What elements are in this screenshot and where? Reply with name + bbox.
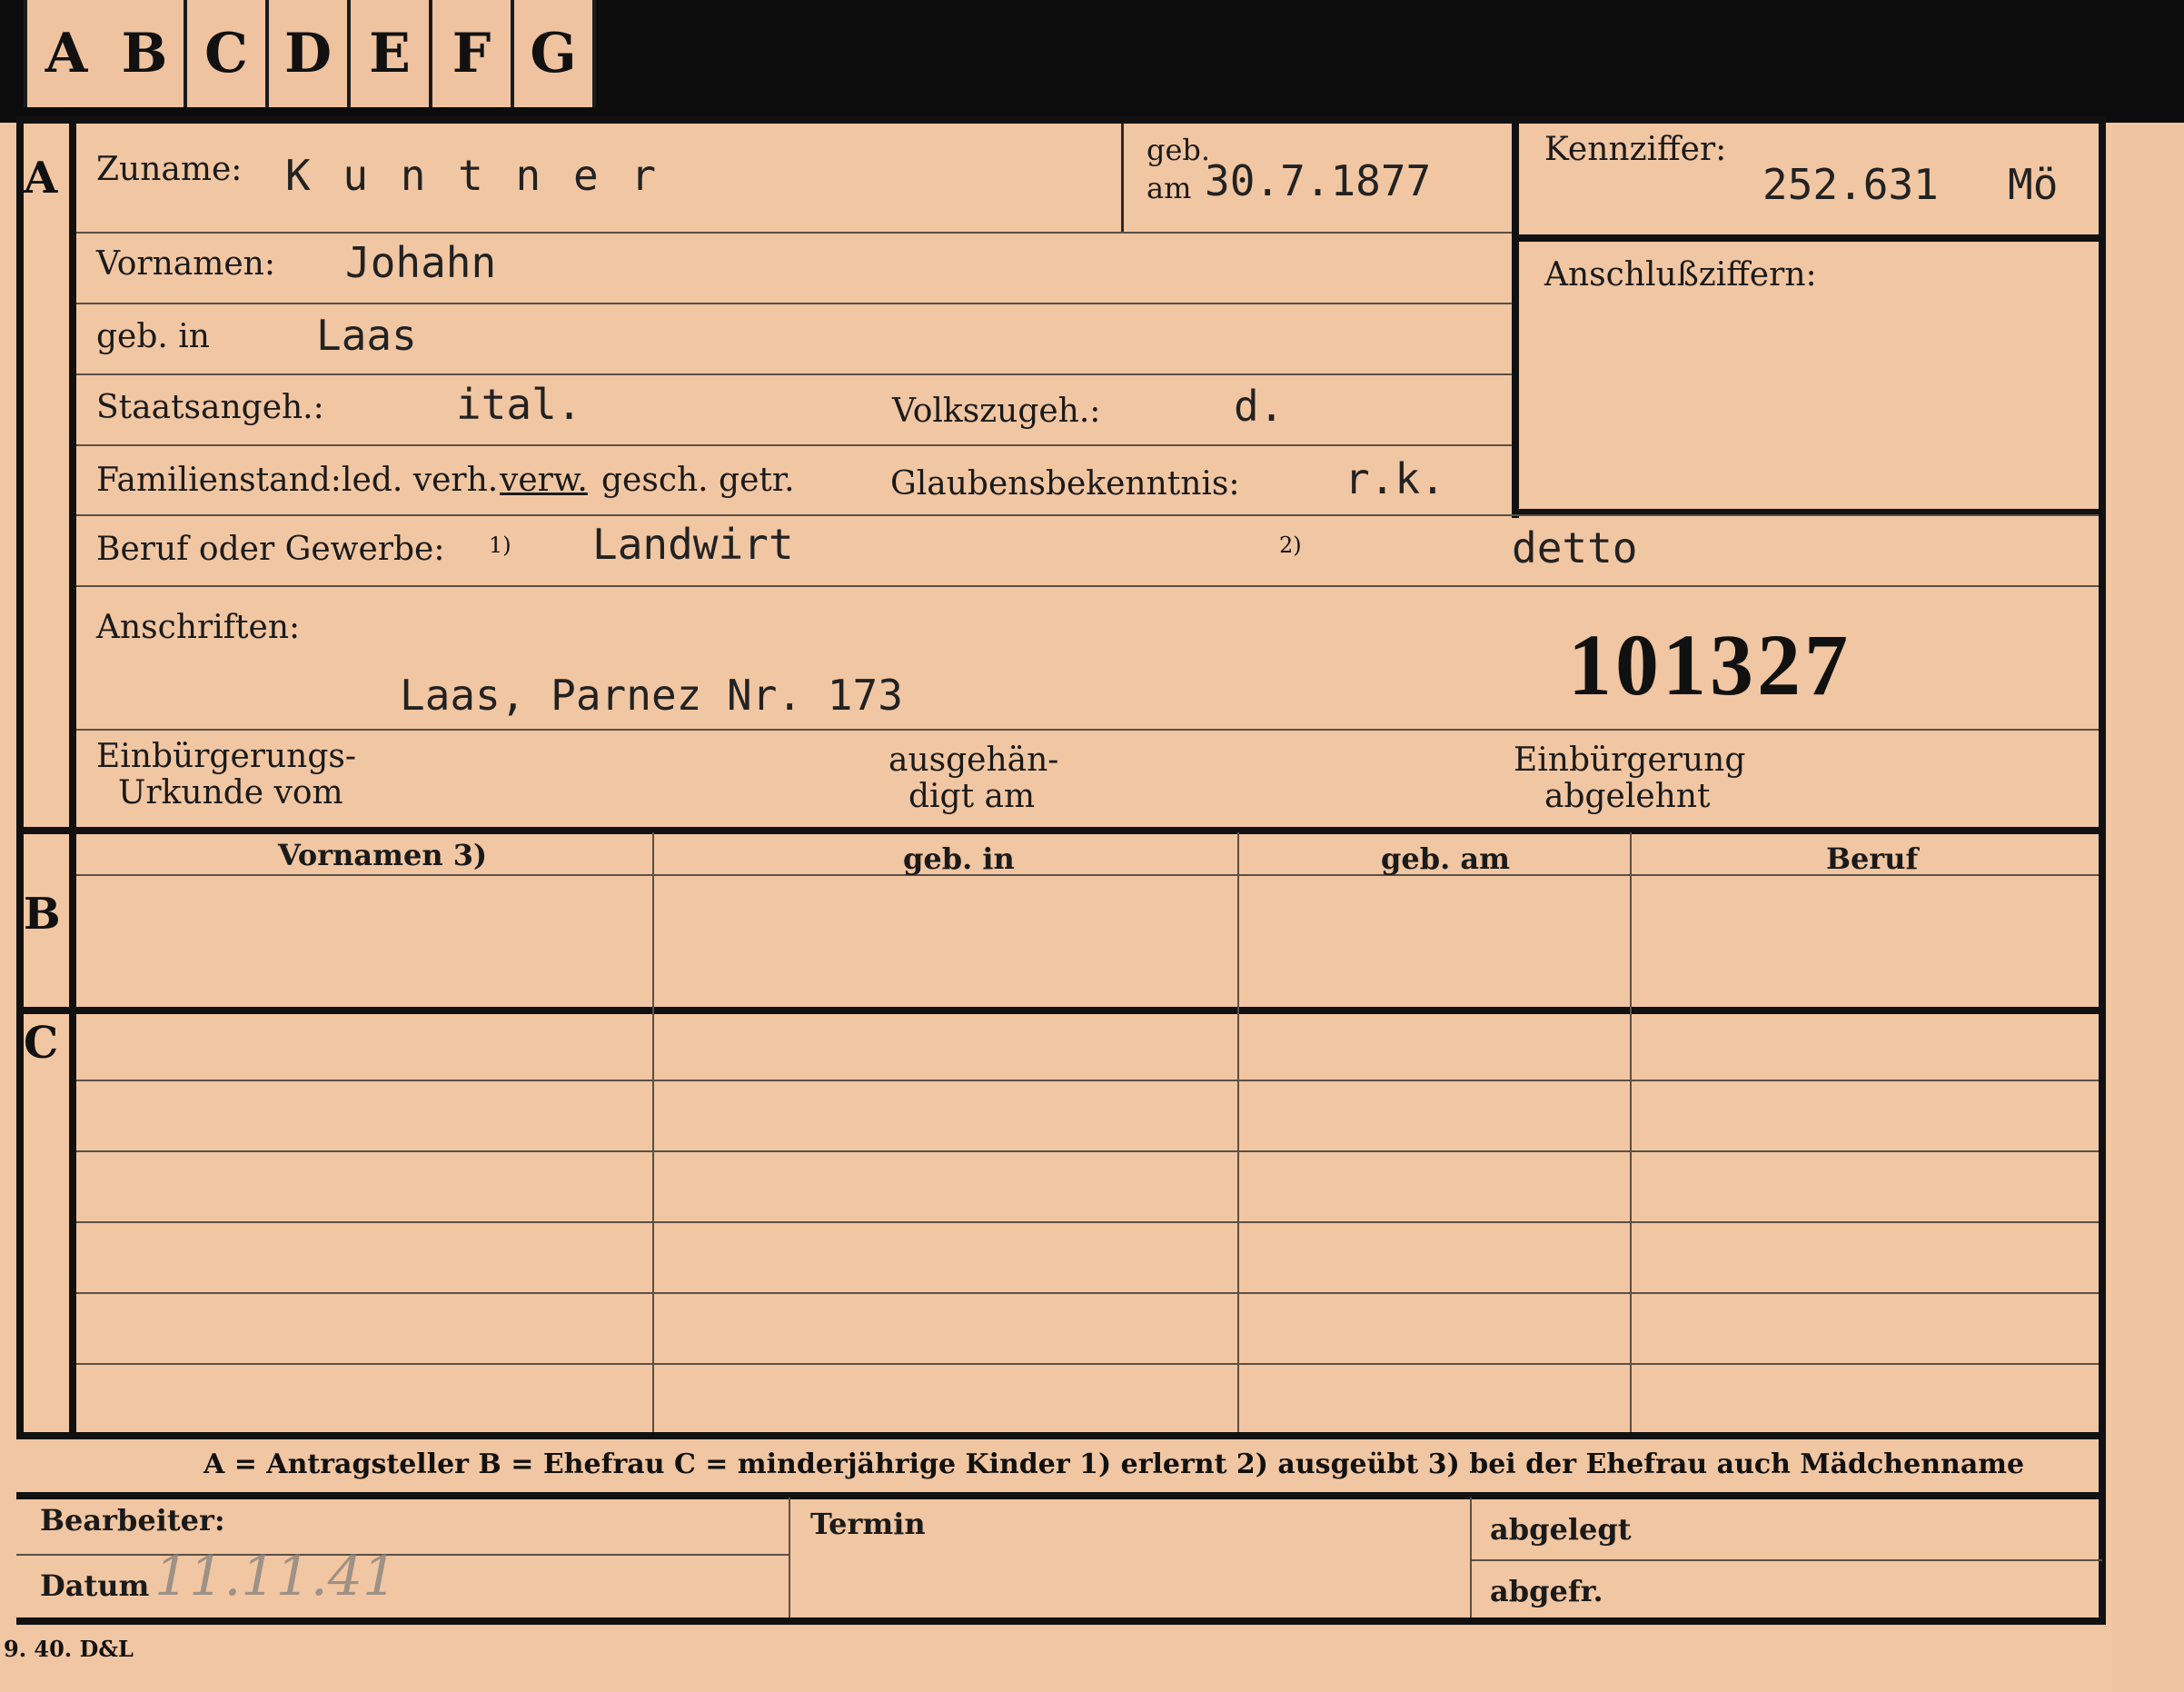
file-number-stamp: 101327 xyxy=(1568,616,1851,713)
abgefr-label: abgefr. xyxy=(1490,1574,1603,1608)
row-line-1 xyxy=(76,232,1512,234)
c-row-line-2 xyxy=(76,1150,2099,1152)
ausgehaendigt-label-1: ausgehän- xyxy=(888,741,1059,779)
section-label-c: C xyxy=(24,1018,59,1069)
beruf-note-1: 1) xyxy=(489,532,511,558)
card-right-edge xyxy=(2112,123,2184,1692)
index-tab-c[interactable]: C xyxy=(187,0,269,107)
section-b-top xyxy=(16,827,2102,834)
ausgehaendigt-label-2: digt am xyxy=(908,778,1036,815)
table-header-beruf: Beruf xyxy=(1826,841,1919,876)
row-line-3 xyxy=(76,373,1512,375)
zuname-value: K u n t n e r xyxy=(285,151,660,200)
c-row-line-1 xyxy=(76,1080,2099,1081)
kennziffer-suffix: Mö xyxy=(2008,160,2059,209)
print-code: 9. 40. D&L xyxy=(4,1636,134,1662)
index-tab-b[interactable]: B xyxy=(105,0,187,107)
geb-am-divider xyxy=(1121,124,1124,233)
vornamen-value: Johahn xyxy=(345,238,497,287)
registration-card: A B C D E F G A Zuname: K u n t n e r ge… xyxy=(0,0,2184,1692)
footer-right-row-line xyxy=(1470,1559,2102,1561)
datum-label: Datum xyxy=(40,1568,150,1603)
volkszugeh-label: Volkszugeh.: xyxy=(892,393,1101,430)
abgelehnt-label-1: Einbürgerung xyxy=(1514,741,1746,779)
geb-in-label: geb. in xyxy=(96,318,210,355)
row-line-4 xyxy=(76,444,1512,446)
frame-left-line xyxy=(16,116,24,1436)
c-row-line-5 xyxy=(76,1363,2099,1365)
c-row-line-4 xyxy=(76,1292,2099,1294)
legend-line: A = Antragsteller B = Ehefrau C = minder… xyxy=(204,1448,2025,1480)
geb-am-value: 30.7.1877 xyxy=(1205,156,1432,205)
table-col-divider-2 xyxy=(1237,832,1239,1432)
abgelehnt-label-2: abgelehnt xyxy=(1544,778,1711,815)
familienstand-label: Familienstand: xyxy=(96,462,342,499)
table-col-divider-1 xyxy=(652,832,654,1432)
section-column-line xyxy=(69,116,76,1436)
zuname-label: Zuname: xyxy=(96,151,243,188)
footer-top xyxy=(16,1492,2102,1499)
beruf-value-2: detto xyxy=(1512,523,1638,572)
geb-in-value: Laas xyxy=(316,311,417,360)
abgelegt-label: abgelegt xyxy=(1490,1512,1632,1547)
anschriften-label: Anschriften: xyxy=(96,609,301,646)
vornamen-label: Vornamen: xyxy=(96,245,275,283)
table-header-line xyxy=(76,874,2099,876)
staatsangeh-label: Staatsangeh.: xyxy=(96,389,324,426)
c-row-line-3 xyxy=(76,1221,2099,1223)
table-header-geb-in: geb. in xyxy=(903,841,1015,876)
table-col-divider-3 xyxy=(1630,832,1632,1432)
glaubens-value: r.k. xyxy=(1345,454,1445,503)
section-c-top xyxy=(16,1007,2102,1014)
glaubens-label: Glaubensbekenntnis: xyxy=(890,465,1240,503)
urkunde-label-1: Einbürgerungs- xyxy=(96,738,357,775)
familienstand-selected: verw. xyxy=(500,462,588,499)
geb-label-2: am xyxy=(1147,171,1192,205)
row-line-7 xyxy=(76,729,2099,731)
familienstand-options-2: gesch. getr. xyxy=(601,462,795,499)
index-tab-g[interactable]: G xyxy=(514,0,596,107)
footer-bottom xyxy=(16,1617,2102,1625)
urkunde-label-2: Urkunde vom xyxy=(118,774,343,811)
bearbeiter-label: Bearbeiter: xyxy=(40,1503,225,1538)
anschriften-value: Laas, Parnez Nr. 173 xyxy=(400,671,903,720)
familienstand-options-1: led. verh. xyxy=(342,462,499,499)
index-tab-a[interactable]: A xyxy=(24,0,109,107)
section-label-a: A xyxy=(24,153,58,204)
row-line-6 xyxy=(76,585,2099,587)
beruf-label: Beruf oder Gewerbe: xyxy=(96,531,445,568)
geb-label-1: geb. xyxy=(1147,133,1211,167)
kennziffer-value: 252.631 xyxy=(1762,160,1939,209)
index-tab-d[interactable]: D xyxy=(269,0,351,107)
section-label-b: B xyxy=(24,889,61,940)
frame-top-line xyxy=(16,116,2106,124)
beruf-note-2: 2) xyxy=(1279,532,1302,558)
frame-right-line xyxy=(2099,116,2106,1625)
index-tab-f[interactable]: F xyxy=(432,0,514,107)
termin-label: Termin xyxy=(810,1507,926,1541)
kennziffer-label: Kennziffer: xyxy=(1544,131,1727,168)
volkszugeh-value: d. xyxy=(1234,382,1285,431)
footer-divider-2 xyxy=(1470,1498,1472,1619)
row-line-5 xyxy=(76,514,2099,516)
kennziffer-box-left xyxy=(1512,116,1519,518)
table-bottom xyxy=(16,1432,2102,1439)
row-line-2 xyxy=(76,303,1512,304)
kennziffer-box-divider xyxy=(1512,234,2102,242)
footer-divider-1 xyxy=(789,1498,790,1619)
anschlussziffern-label: Anschlußziffern: xyxy=(1544,256,1817,294)
footer-left-row-line xyxy=(16,1554,789,1556)
datum-handwritten-value: 11.11.41 xyxy=(154,1545,398,1608)
table-header-geb-am: geb. am xyxy=(1381,841,1510,876)
beruf-value-1: Landwirt xyxy=(592,520,794,569)
table-header-vornamen: Vornamen 3) xyxy=(278,838,488,872)
staatsangeh-value: ital. xyxy=(456,380,582,429)
index-tab-e[interactable]: E xyxy=(351,0,432,107)
